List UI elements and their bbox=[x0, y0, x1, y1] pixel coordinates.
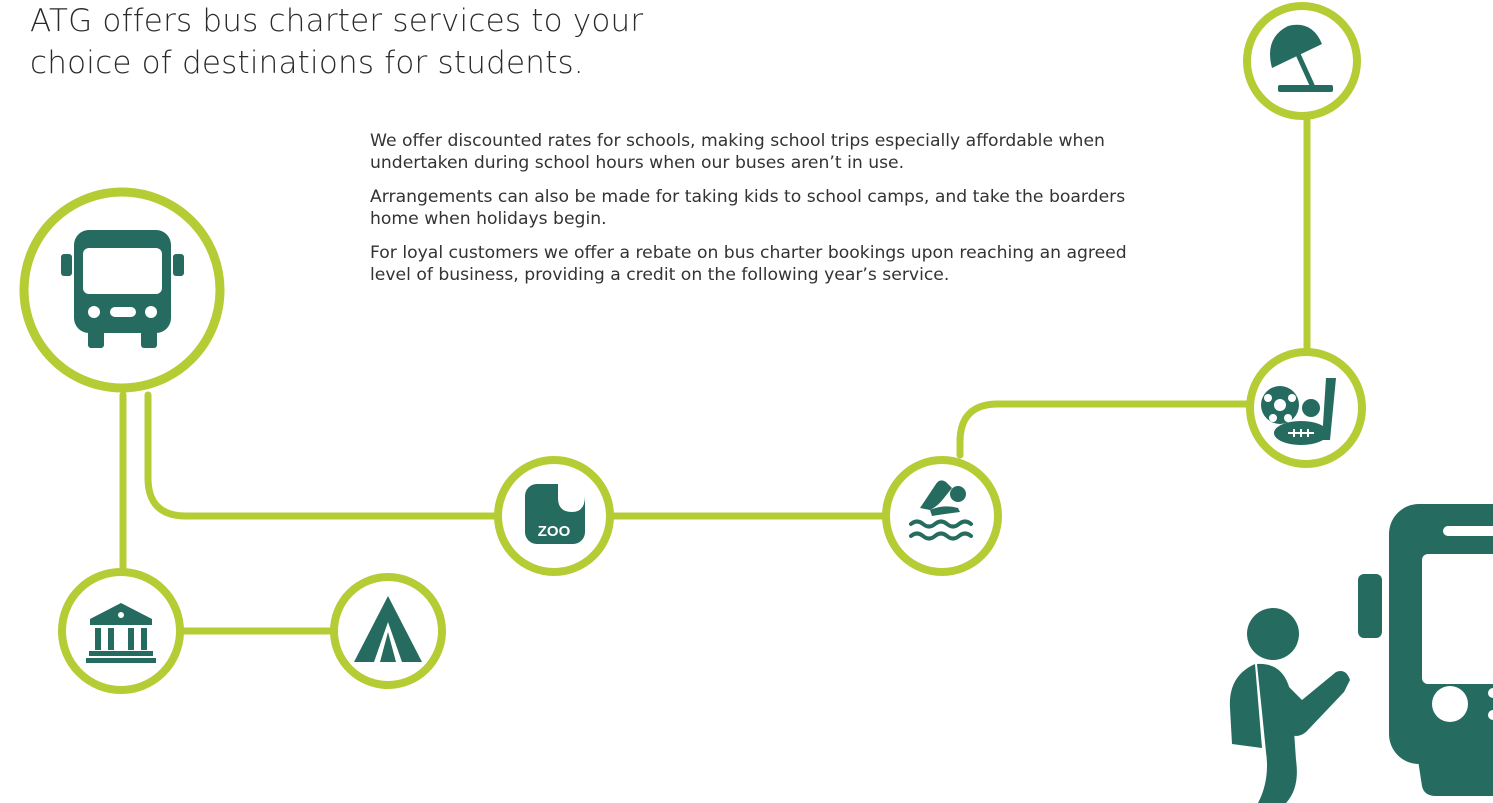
beach-node bbox=[1243, 2, 1361, 120]
bus-node bbox=[19, 187, 225, 393]
line-bus-to-zoo bbox=[144, 391, 502, 520]
zoo-icon: ZOO bbox=[525, 484, 585, 544]
route-illustration: ZOO bbox=[19, 2, 1493, 803]
bus-front-icon bbox=[1358, 504, 1493, 796]
zoo-node: ZOO bbox=[494, 456, 614, 576]
museum-node bbox=[58, 568, 184, 694]
route-lines bbox=[119, 114, 1311, 635]
zoo-icon-label: ZOO bbox=[538, 523, 571, 540]
student-backpack-icon bbox=[1229, 608, 1350, 803]
swimmer-node bbox=[882, 456, 1002, 576]
line-swimmer-to-sports bbox=[956, 400, 1255, 459]
tent-node bbox=[330, 573, 446, 689]
sports-node bbox=[1246, 348, 1366, 468]
